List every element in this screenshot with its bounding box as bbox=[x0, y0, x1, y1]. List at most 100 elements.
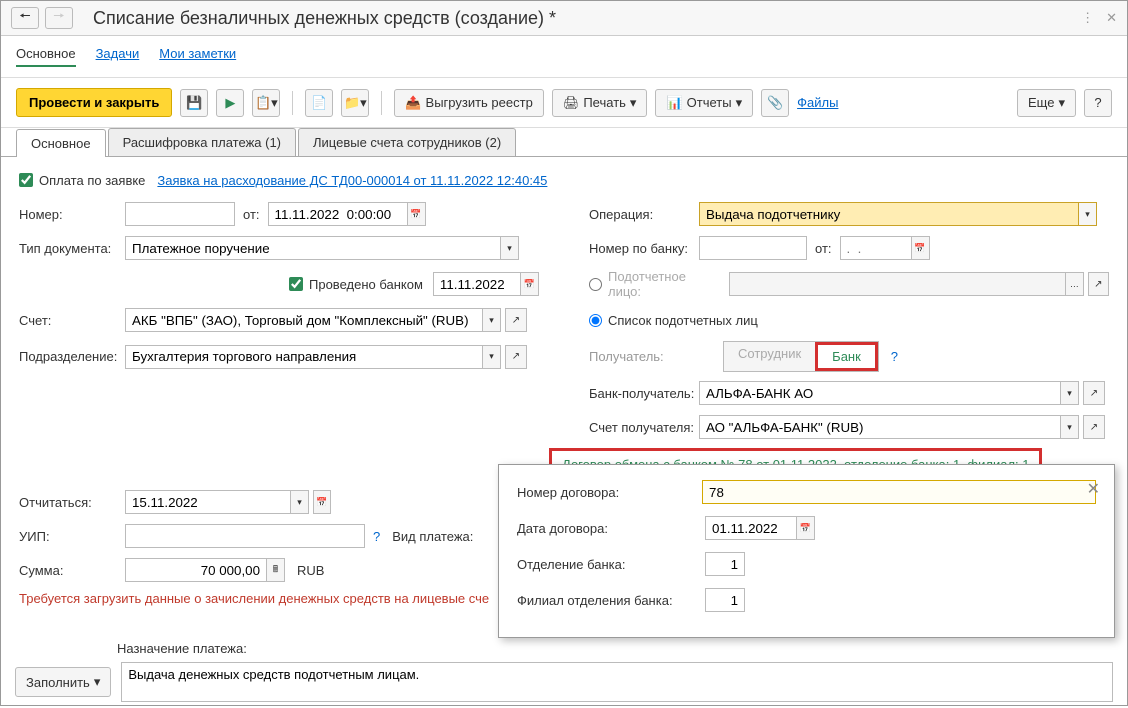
popup-branch-input[interactable] bbox=[705, 552, 745, 576]
recipient-bank-label-field: Банк-получатель: bbox=[589, 386, 699, 401]
purpose-textarea[interactable] bbox=[121, 662, 1113, 702]
menubar: Основное Задачи Мои заметки bbox=[1, 36, 1127, 78]
report-label: Отчитаться: bbox=[19, 495, 125, 510]
toolbar: Провести и закрыть 💾 ▶ 📋▾ 📄 📁▾ 📤 Выгрузи… bbox=[1, 78, 1127, 128]
chevron-down-icon[interactable]: ▾ bbox=[291, 490, 309, 514]
bottom-bar: Заполнить ▾ bbox=[15, 662, 1113, 702]
calendar-icon[interactable]: 📅 bbox=[408, 202, 426, 226]
account-label: Счет: bbox=[19, 313, 125, 328]
uip-input[interactable] bbox=[125, 524, 365, 548]
folder-icon[interactable]: 📁▾ bbox=[341, 89, 369, 117]
purpose-label: Назначение платежа: bbox=[117, 641, 247, 656]
open-icon[interactable]: ↗ bbox=[505, 308, 527, 332]
recipient-toggle: Сотрудник Банк bbox=[723, 341, 879, 372]
popup-contract-date-input[interactable] bbox=[705, 516, 797, 540]
list-persons-radio[interactable] bbox=[589, 314, 602, 327]
fill-button[interactable]: Заполнить ▾ bbox=[15, 667, 111, 697]
chevron-down-icon[interactable]: ▾ bbox=[1061, 415, 1079, 439]
close-icon[interactable]: ✕ bbox=[1087, 479, 1100, 499]
doc-type-label: Тип документа: bbox=[19, 241, 125, 256]
forward-button[interactable]: 🠖 bbox=[45, 7, 73, 29]
menu-tasks[interactable]: Задачи bbox=[96, 46, 140, 67]
export-registry-button[interactable]: 📤 Выгрузить реестр bbox=[394, 89, 543, 117]
calendar-icon[interactable]: 📅 bbox=[912, 236, 930, 260]
reports-button[interactable]: 📊 Отчеты ▾ bbox=[655, 89, 753, 117]
doc-type-select[interactable] bbox=[125, 236, 501, 260]
account-select[interactable] bbox=[125, 308, 483, 332]
division-select[interactable] bbox=[125, 345, 483, 369]
popup-branch-label: Отделение банка: bbox=[517, 557, 705, 572]
operation-label: Операция: bbox=[589, 207, 699, 222]
post-icon[interactable]: ▶ bbox=[216, 89, 244, 117]
help-icon[interactable]: ? bbox=[373, 529, 380, 544]
processed-date-input[interactable] bbox=[433, 272, 521, 296]
back-button[interactable]: 🠔 bbox=[11, 7, 39, 29]
pay-by-request-checkbox[interactable] bbox=[19, 173, 33, 187]
chevron-down-icon[interactable]: ▾ bbox=[483, 308, 501, 332]
recipient-bank-button[interactable]: Банк bbox=[818, 345, 875, 368]
recipient-employee-button[interactable]: Сотрудник bbox=[724, 342, 815, 371]
popup-contract-date-label: Дата договора: bbox=[517, 521, 705, 536]
close-icon[interactable]: ✕ bbox=[1106, 10, 1117, 26]
account-person-radio[interactable] bbox=[589, 278, 602, 291]
recipient-account-select[interactable] bbox=[699, 415, 1061, 439]
chevron-down-icon[interactable]: ▾ bbox=[501, 236, 519, 260]
open-icon[interactable]: ↗ bbox=[1088, 272, 1109, 296]
operation-select[interactable] bbox=[699, 202, 1079, 226]
print-button[interactable]: 🖨 Печать ▾ bbox=[552, 89, 648, 117]
sum-label: Сумма: bbox=[19, 563, 125, 578]
window-title: Списание безналичных денежных средств (с… bbox=[93, 8, 1081, 29]
chevron-down-icon[interactable]: ▾ bbox=[1079, 202, 1097, 226]
contract-popup: ✕ Номер договора: Дата договора: 📅 Отдел… bbox=[498, 464, 1115, 638]
chevron-down-icon[interactable]: ▾ bbox=[1061, 381, 1079, 405]
popup-subbranch-label: Филиал отделения банка: bbox=[517, 593, 705, 608]
help-icon[interactable]: ? bbox=[891, 349, 898, 364]
menu-main[interactable]: Основное bbox=[16, 46, 76, 67]
popup-subbranch-input[interactable] bbox=[705, 588, 745, 612]
bank-date-input[interactable] bbox=[840, 236, 912, 260]
document-icon[interactable]: 📄 bbox=[305, 89, 333, 117]
menu-notes[interactable]: Мои заметки bbox=[159, 46, 236, 67]
bank-number-input[interactable] bbox=[699, 236, 807, 260]
date-input[interactable] bbox=[268, 202, 408, 226]
recipient-bank-select[interactable] bbox=[699, 381, 1061, 405]
tab-decoding[interactable]: Расшифровка платежа (1) bbox=[108, 128, 296, 156]
tab-main[interactable]: Основное bbox=[16, 129, 106, 157]
copy-icon[interactable]: 📋▾ bbox=[252, 89, 280, 117]
number-label: Номер: bbox=[19, 207, 125, 222]
payment-type-label: Вид платежа: bbox=[392, 529, 473, 544]
request-link[interactable]: Заявка на расходование ДС ТД00-000014 от… bbox=[157, 173, 547, 188]
kebab-icon[interactable]: ⋮ bbox=[1081, 10, 1094, 26]
calendar-icon[interactable]: 📅 bbox=[521, 272, 539, 296]
more-button[interactable]: Еще ▾ bbox=[1017, 89, 1076, 117]
help-button[interactable]: ? bbox=[1084, 89, 1112, 117]
recipient-label: Получатель: bbox=[589, 349, 699, 364]
calculator-icon[interactable]: 🖩 bbox=[267, 558, 285, 582]
bank-from-label: от: bbox=[815, 241, 832, 256]
popup-contract-number-input[interactable] bbox=[702, 480, 1096, 504]
processed-by-bank-checkbox[interactable] bbox=[289, 277, 303, 291]
titlebar: 🠔 🠖 Списание безналичных денежных средст… bbox=[1, 1, 1127, 36]
tab-accounts[interactable]: Лицевые счета сотрудников (2) bbox=[298, 128, 516, 156]
attach-icon[interactable]: 📎 bbox=[761, 89, 789, 117]
calendar-icon[interactable]: 📅 bbox=[797, 516, 815, 540]
ellipsis-icon[interactable]: … bbox=[1066, 272, 1083, 296]
post-and-close-button[interactable]: Провести и закрыть bbox=[16, 88, 172, 117]
open-icon[interactable]: ↗ bbox=[1083, 415, 1105, 439]
open-icon[interactable]: ↗ bbox=[1083, 381, 1105, 405]
save-icon[interactable]: 💾 bbox=[180, 89, 208, 117]
calendar-icon[interactable]: 📅 bbox=[313, 490, 331, 514]
bank-number-label: Номер по банку: bbox=[589, 241, 699, 256]
files-link[interactable]: Файлы bbox=[797, 95, 838, 110]
processed-by-bank-label: Проведено банком bbox=[309, 277, 423, 292]
account-person-input bbox=[729, 272, 1066, 296]
report-date-input[interactable] bbox=[125, 490, 291, 514]
from-label: от: bbox=[243, 207, 260, 222]
open-icon[interactable]: ↗ bbox=[505, 345, 527, 369]
popup-contract-number-label: Номер договора: bbox=[517, 485, 702, 500]
sum-input[interactable] bbox=[125, 558, 267, 582]
number-input[interactable] bbox=[125, 202, 235, 226]
chevron-down-icon[interactable]: ▾ bbox=[483, 345, 501, 369]
uip-label: УИП: bbox=[19, 529, 125, 544]
account-person-label: Подотчетное лицо: bbox=[608, 269, 719, 299]
